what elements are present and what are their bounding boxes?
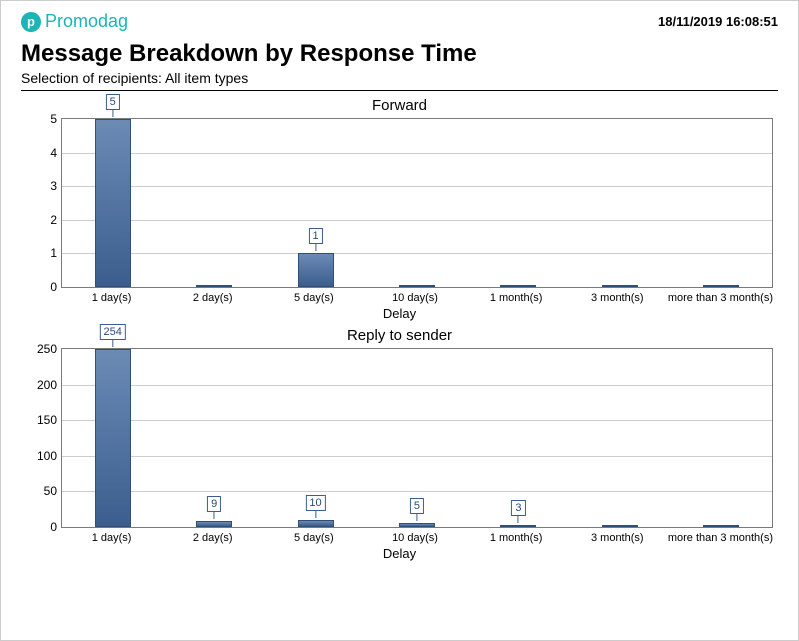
chart-xtick: 5 day(s) <box>263 288 364 304</box>
chart-reply-xlabel: Delay <box>21 546 778 561</box>
chart-reply-title: Reply to sender <box>21 327 778 344</box>
chart-bar-slot <box>569 349 670 527</box>
chart-xtick: 5 day(s) <box>263 528 364 544</box>
chart-ytick: 50 <box>32 484 57 498</box>
chart-bar: 3 <box>500 525 536 527</box>
chart-ytick: 0 <box>32 520 57 534</box>
chart-reply: Reply to sender 0 50 100 150 200 250 254 9 10 5 3 … <box>21 327 778 561</box>
chart-bar-slot <box>468 119 569 287</box>
chart-ytick: 0 <box>32 280 57 294</box>
chart-bar <box>602 285 638 287</box>
chart-forward-title: Forward <box>21 97 778 114</box>
chart-ytick: 1 <box>32 246 57 260</box>
report-page: p Promodag 18/11/2019 16:08:51 Message B… <box>0 0 799 641</box>
chart-ytick: 4 <box>32 146 57 160</box>
chart-bar-value-label: 5 <box>410 498 424 514</box>
report-timestamp: 18/11/2019 16:08:51 <box>658 14 778 29</box>
chart-bar-value-label: 3 <box>511 500 525 516</box>
chart-xtick: 10 day(s) <box>364 288 465 304</box>
chart-forward: Forward 01234551 1 day(s)2 day(s)5 day(s… <box>21 97 778 321</box>
chart-bar <box>196 285 232 287</box>
chart-xtick: 10 day(s) <box>364 528 465 544</box>
chart-reply-frame: 05010015020025025491053 <box>61 348 773 528</box>
chart-bar <box>703 285 739 287</box>
chart-bar: 1 <box>298 253 334 287</box>
chart-xtick: 2 day(s) <box>162 288 263 304</box>
chart-bar-slot: 5 <box>366 349 467 527</box>
chart-ytick: 3 <box>32 179 57 193</box>
chart-reply-plot: 05010015020025025491053 <box>62 349 772 527</box>
chart-xtick: 2 day(s) <box>162 528 263 544</box>
brand-logo: p Promodag <box>21 11 128 32</box>
chart-bar <box>602 525 638 527</box>
chart-bar-slot: 10 <box>265 349 366 527</box>
chart-forward-xlabel: Delay <box>21 306 778 321</box>
chart-forward-xticks: 1 day(s)2 day(s)5 day(s)10 day(s)1 month… <box>61 288 773 304</box>
chart-ytick: 250 <box>32 342 57 356</box>
chart-bar-value-label: 254 <box>100 324 126 340</box>
chart-ytick: 2 <box>32 213 57 227</box>
chart-xtick: 1 month(s) <box>466 528 567 544</box>
chart-xtick: more than 3 month(s) <box>668 288 773 304</box>
chart-bar: 5 <box>95 119 131 287</box>
chart-bar-value-label: 9 <box>207 496 221 512</box>
chart-bar-slot: 9 <box>163 349 264 527</box>
header-row: p Promodag 18/11/2019 16:08:51 <box>21 11 778 32</box>
chart-bar-slot <box>163 119 264 287</box>
chart-bar-slot <box>569 119 670 287</box>
chart-bar: 254 <box>95 349 131 527</box>
chart-ytick: 5 <box>32 112 57 126</box>
chart-xtick: 3 month(s) <box>567 288 668 304</box>
chart-bar: 9 <box>196 521 232 527</box>
brand-logo-icon: p <box>21 12 41 32</box>
chart-bar-slot: 1 <box>265 119 366 287</box>
chart-bar-value-label: 5 <box>106 94 120 110</box>
brand-name: Promodag <box>45 11 128 32</box>
chart-bar <box>500 285 536 287</box>
page-title: Message Breakdown by Response Time <box>21 40 778 68</box>
chart-bar: 5 <box>399 523 435 527</box>
page-subtitle: Selection of recipients: All item types <box>21 70 778 86</box>
chart-bar: 10 <box>298 520 334 527</box>
chart-forward-frame: 01234551 <box>61 118 773 288</box>
chart-forward-plot: 01234551 <box>62 119 772 287</box>
chart-xtick: more than 3 month(s) <box>668 528 773 544</box>
chart-bar-slot: 3 <box>468 349 569 527</box>
chart-bar <box>399 285 435 287</box>
chart-xtick: 1 month(s) <box>466 288 567 304</box>
chart-reply-xticks: 1 day(s)2 day(s)5 day(s)10 day(s)1 month… <box>61 528 773 544</box>
chart-bar <box>703 525 739 527</box>
chart-bar-slot: 5 <box>62 119 163 287</box>
chart-bar-slot: 254 <box>62 349 163 527</box>
chart-bars-row: 254 9 10 5 3 <box>62 349 772 527</box>
chart-ytick: 150 <box>32 413 57 427</box>
chart-xtick: 3 month(s) <box>567 528 668 544</box>
chart-bar-slot <box>671 119 772 287</box>
chart-xtick: 1 day(s) <box>61 528 162 544</box>
chart-bar-slot <box>366 119 467 287</box>
title-divider <box>21 90 778 91</box>
chart-bar-slot <box>671 349 772 527</box>
chart-bar-value-label: 1 <box>308 228 322 244</box>
chart-ytick: 200 <box>32 378 57 392</box>
chart-xtick: 1 day(s) <box>61 288 162 304</box>
chart-bars-row: 51 <box>62 119 772 287</box>
chart-ytick: 100 <box>32 449 57 463</box>
chart-bar-value-label: 10 <box>305 495 325 511</box>
